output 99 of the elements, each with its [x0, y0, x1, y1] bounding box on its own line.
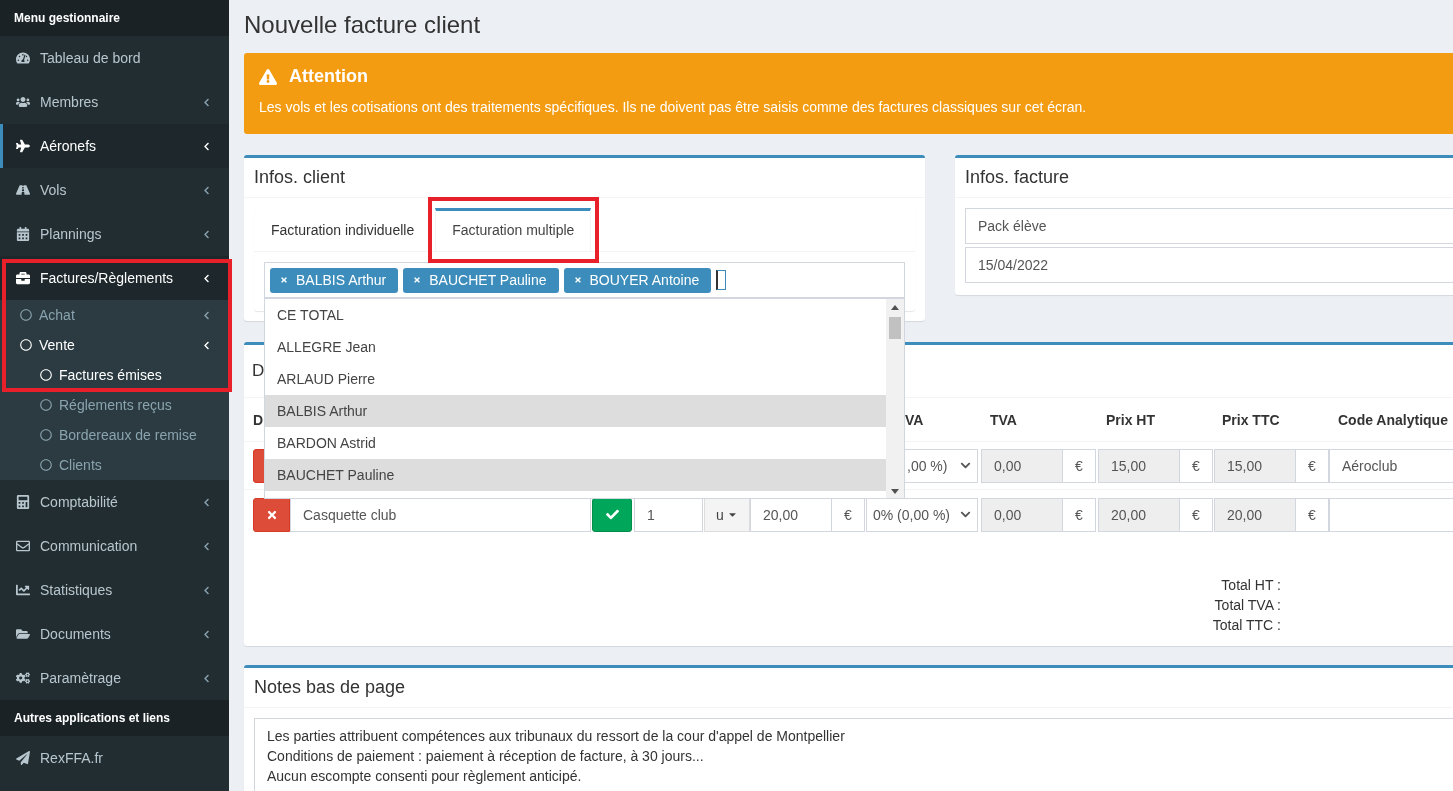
- chevron-icon: [202, 497, 211, 507]
- amount-field[interactable]: 0,00: [981, 448, 1063, 483]
- confirm-button[interactable]: [592, 497, 632, 532]
- menu-icon: [16, 671, 30, 685]
- menu-icon: [16, 583, 30, 597]
- alert-message: Les vols et les cotisations ont des traitements spécifiques. Ils ne doivent pas être saisis comme des factures classiques sur cet écran.: [259, 99, 1088, 115]
- sidebar-item[interactable]: Comptabilité: [0, 480, 229, 524]
- sidebar-item[interactable]: Statistiques: [0, 568, 229, 612]
- currency-addon: €: [1063, 448, 1096, 483]
- text-field[interactable]: 15/04/2022: [965, 247, 1453, 283]
- sidebar-item[interactable]: Plannings: [0, 212, 229, 256]
- column-header: TVA: [989, 411, 1018, 428]
- menu-icon: [16, 95, 30, 109]
- currency-addon: €: [1296, 497, 1329, 532]
- amount-field[interactable]: 15,00: [1214, 448, 1296, 483]
- remove-icon[interactable]: [280, 276, 288, 284]
- chevron-icon: [202, 340, 211, 350]
- submenu-item[interactable]: Réglements reçus: [0, 390, 229, 420]
- chevron-icon: [202, 310, 211, 320]
- panel-title: D: [252, 361, 265, 381]
- analytic-code-field[interactable]: [1329, 497, 1453, 532]
- chevron-icon: [202, 629, 211, 639]
- sidebar-item[interactable]: Aéronefs: [0, 124, 229, 168]
- total-label: Total HT :: [1221, 577, 1281, 593]
- client-tag[interactable]: BAUCHET Pauline: [403, 267, 559, 293]
- quantity-field[interactable]: 1: [634, 497, 703, 532]
- sidebar-item[interactable]: Communication: [0, 524, 229, 568]
- page-title: Nouvelle facture client: [244, 9, 482, 40]
- submenu-item[interactable]: Clients: [0, 450, 229, 480]
- sidebar-item[interactable]: Membres: [0, 80, 229, 124]
- analytic-code-field[interactable]: Aéroclub: [1329, 448, 1453, 483]
- chevron-icon: [202, 585, 211, 595]
- client-tag[interactable]: BALBIS Arthur: [270, 267, 399, 293]
- chevron-icon: [202, 673, 211, 683]
- column-header: VA: [904, 411, 925, 428]
- unit-dropdown[interactable]: u: [704, 497, 750, 532]
- check-icon: [605, 508, 619, 521]
- price-field[interactable]: 20,00: [750, 497, 832, 532]
- sidebar-item[interactable]: Paramètrage: [0, 656, 229, 700]
- chevron-icon: [202, 141, 211, 151]
- amount-field[interactable]: 20,00: [1098, 497, 1180, 532]
- warning-icon: [259, 67, 277, 86]
- amount-field[interactable]: 20,00: [1214, 497, 1296, 532]
- chevron-icon: [202, 273, 211, 283]
- notes-field[interactable]: Les parties attribuent compétences aux tribunaux du ressort de la cour d'appel de Montpellier Conditions de paiement : paiement à réception de facture, à 30 jours... Aucun escompte consenti pour règlement anticipé.: [254, 718, 1453, 791]
- description-field[interactable]: Casquette club: [290, 497, 591, 532]
- menu-icon: [16, 271, 30, 285]
- currency-addon: €: [1063, 497, 1096, 532]
- total-label: Total TTC :: [1212, 617, 1281, 633]
- dropdown-option[interactable]: BAUCHET Pauline: [265, 459, 886, 491]
- tva-select[interactable]: 0% (0,00 %): [866, 497, 978, 532]
- sidebar-header: Autres applications et liens: [0, 700, 229, 736]
- menu-icon: [16, 627, 30, 641]
- column-header: Prix HT: [1105, 411, 1156, 428]
- submenu-item[interactable]: Vente: [0, 330, 229, 360]
- amount-field[interactable]: 15,00: [1098, 448, 1180, 483]
- menu-icon: [16, 51, 30, 65]
- currency-addon: €: [1180, 448, 1213, 483]
- sidebar-item[interactable]: Vols: [0, 168, 229, 212]
- chevron-icon: [202, 541, 211, 551]
- text-field[interactable]: Pack élève: [965, 208, 1453, 244]
- dropdown-option[interactable]: BALBIS Arthur: [265, 395, 886, 427]
- sidebar-header: Menu gestionnaire: [0, 0, 229, 36]
- submenu-item[interactable]: Achat: [0, 300, 229, 330]
- amount-field[interactable]: 0,00: [981, 497, 1063, 532]
- menu-icon: [16, 183, 30, 197]
- close-icon: [265, 508, 278, 521]
- currency-addon: €: [1296, 448, 1329, 483]
- delete-button[interactable]: [253, 497, 290, 532]
- chevron-icon: [202, 97, 211, 107]
- alert-title: Attention: [289, 66, 368, 87]
- remove-icon[interactable]: [573, 276, 582, 284]
- submenu-item[interactable]: Bordereaux de remise: [0, 420, 229, 450]
- column-header: Prix TTC: [1221, 411, 1281, 428]
- chevron-icon: [960, 509, 971, 520]
- panel-title: Infos. facture: [965, 167, 1070, 188]
- menu-icon: [16, 139, 30, 153]
- client-tag[interactable]: BOUYER Antoine: [563, 267, 712, 293]
- chevron-icon: [960, 460, 971, 471]
- chevron-icon: [202, 185, 211, 195]
- submenu-item[interactable]: Factures émises: [0, 360, 229, 390]
- currency-addon: €: [1180, 497, 1213, 532]
- sidebar-item[interactable]: Documents: [0, 612, 229, 656]
- total-label: Total TVA :: [1214, 597, 1281, 613]
- remove-icon[interactable]: [413, 276, 422, 284]
- menu-icon: [16, 751, 30, 765]
- sidebar-item[interactable]: RexFFA.fr: [0, 736, 229, 780]
- tab[interactable]: Facturation multiple: [435, 208, 592, 251]
- column-header: Code Analytique: [1337, 411, 1449, 428]
- menu-icon: [16, 227, 30, 241]
- sidebar-item[interactable]: Tableau de bord: [0, 36, 229, 80]
- currency-addon: €: [832, 497, 865, 532]
- tab[interactable]: Facturation individuelle: [254, 208, 432, 251]
- menu-icon: [16, 539, 30, 553]
- menu-icon: [16, 495, 30, 509]
- panel-title: Notes bas de page: [254, 677, 406, 698]
- panel-title: Infos. client: [254, 167, 346, 188]
- chevron-icon: [202, 229, 211, 239]
- text-cursor: [716, 270, 727, 290]
